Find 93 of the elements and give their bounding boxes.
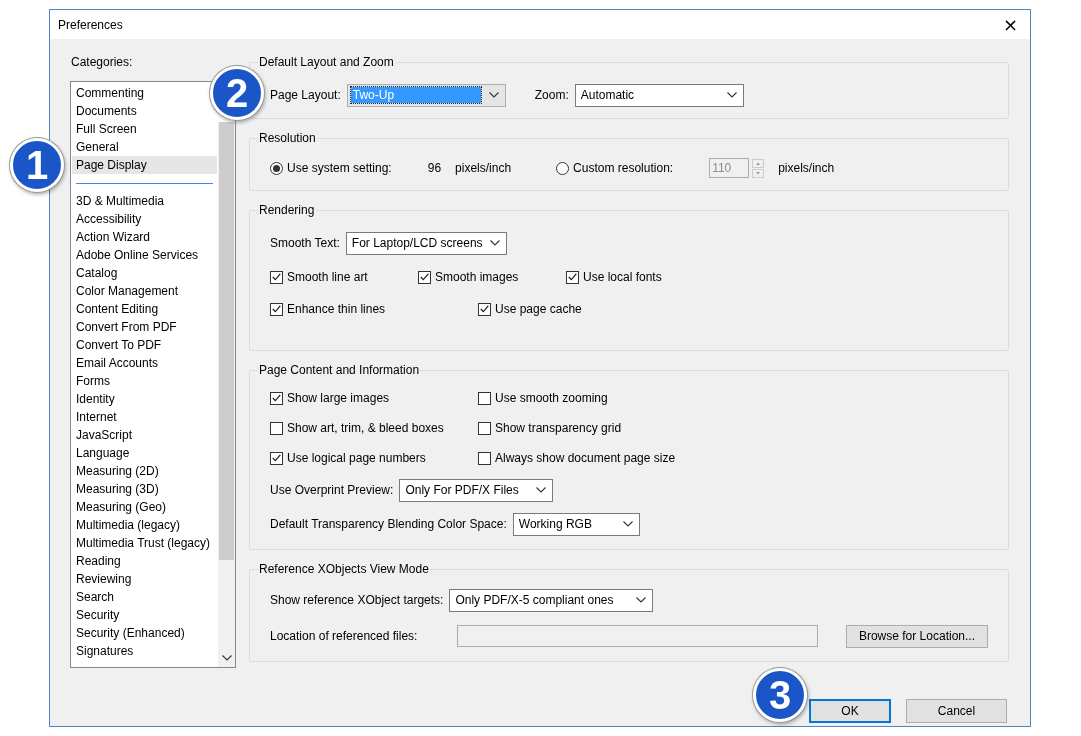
category-item[interactable]: Page Display <box>72 156 217 174</box>
field-label: Smooth Text: <box>270 236 340 250</box>
category-item[interactable]: Reading <box>72 552 125 570</box>
chevron-down-icon <box>536 487 547 493</box>
radio-button[interactable] <box>556 161 570 175</box>
field-label: Page Layout: <box>270 88 341 102</box>
checkbox-label[interactable]: Enhance thin lines <box>287 302 386 316</box>
ok-button[interactable]: OK <box>809 699 891 723</box>
group-title: Default Layout and Zoom <box>258 55 395 69</box>
chevron-down-icon <box>636 597 647 603</box>
category-item[interactable]: 3D & Multimedia <box>72 192 169 210</box>
checkbox[interactable] <box>566 270 579 284</box>
browse-button[interactable]: Browse for Location... <box>845 624 988 648</box>
checkbox[interactable] <box>478 421 491 435</box>
field-label: Zoom: <box>534 88 569 102</box>
checkbox[interactable] <box>270 451 283 465</box>
chevron-down-icon <box>489 240 500 246</box>
category-item[interactable]: Security <box>72 606 124 624</box>
checkbox-label[interactable]: Show large images <box>287 391 390 405</box>
value-text: 96 <box>427 161 442 175</box>
category-item[interactable]: Adobe Online Services <box>72 246 203 264</box>
checkbox[interactable] <box>270 391 283 405</box>
checkbox-label[interactable]: Smooth images <box>435 270 519 284</box>
category-item[interactable]: Documents <box>72 102 141 120</box>
chevron-down-icon <box>622 521 633 527</box>
category-item[interactable]: Security (Enhanced) <box>72 624 189 642</box>
field-label: Default Transparency Blending Color Space: <box>270 517 507 531</box>
category-item[interactable]: Convert From PDF <box>72 318 181 336</box>
radio-label[interactable]: Use system setting: <box>287 161 392 175</box>
group-title: Resolution <box>258 131 317 145</box>
category-item[interactable]: Measuring (3D) <box>72 480 163 498</box>
field-label: Location of referenced files: <box>270 629 418 643</box>
category-item[interactable]: Multimedia Trust (legacy) <box>72 534 215 552</box>
category-item[interactable]: Catalog <box>72 264 122 282</box>
checkbox-label[interactable]: Use local fonts <box>583 270 662 284</box>
checkbox-label[interactable]: Show art, trim, & bleed boxes <box>287 421 444 435</box>
category-item[interactable]: Forms <box>72 372 114 390</box>
checkbox[interactable] <box>270 302 283 316</box>
checkbox-label[interactable]: Use smooth zooming <box>495 391 608 405</box>
scrollbar[interactable] <box>218 122 235 667</box>
step-number-badge: 1 <box>10 138 64 192</box>
dropdown[interactable]: Only PDF/X-5 compliant ones <box>449 588 654 612</box>
field-label: Show reference XObject targets: <box>270 593 444 607</box>
category-item[interactable]: Signatures <box>72 642 138 660</box>
radio-button[interactable] <box>270 161 283 175</box>
chevron-down-icon <box>488 92 499 98</box>
field-label: Use Overprint Preview: <box>270 483 394 497</box>
group-title: Reference XObjects View Mode <box>258 562 430 576</box>
category-item[interactable]: Color Management <box>72 282 183 300</box>
checkbox[interactable] <box>270 421 283 435</box>
category-item[interactable]: Search <box>72 588 119 606</box>
category-item[interactable]: Commenting <box>72 84 149 102</box>
value-text: pixels/inch <box>455 161 512 175</box>
chevron-down-icon <box>221 655 232 661</box>
category-item[interactable]: Reviewing <box>72 570 136 588</box>
radio-label[interactable]: Custom resolution: <box>573 161 674 175</box>
dropdown[interactable]: For Laptop/LCD screens <box>345 231 507 255</box>
checkbox[interactable] <box>478 451 491 465</box>
checkbox[interactable] <box>478 391 491 405</box>
dropdown[interactable]: Working RGB <box>512 512 640 536</box>
checkbox-label[interactable]: Smooth line art <box>287 270 368 284</box>
checkbox[interactable] <box>418 270 431 284</box>
group-title: Rendering <box>258 203 316 217</box>
checkbox-label[interactable]: Show transparency grid <box>495 421 622 435</box>
category-item[interactable]: Identity <box>72 390 119 408</box>
list-label: Categories: <box>71 55 133 69</box>
category-item[interactable]: JavaScript <box>72 426 137 444</box>
category-item[interactable]: Internet <box>72 408 121 426</box>
checkbox-label[interactable]: Use page cache <box>495 302 582 316</box>
checkbox-label[interactable]: Always show document page size <box>495 451 676 465</box>
category-item[interactable]: Convert To PDF <box>72 336 166 354</box>
category-item[interactable]: Action Wizard <box>72 228 155 246</box>
dropdown[interactable]: Automatic <box>574 83 744 107</box>
category-item[interactable]: General <box>72 138 123 156</box>
chevron-down-icon <box>726 92 737 98</box>
checkbox[interactable] <box>478 302 491 316</box>
checkbox[interactable] <box>270 270 283 284</box>
category-item[interactable]: Full Screen <box>72 120 141 138</box>
category-item[interactable]: Language <box>72 444 134 462</box>
group-title: Page Content and Information <box>258 363 421 377</box>
close-button[interactable]: × <box>998 14 1022 35</box>
path-field[interactable] <box>457 625 818 647</box>
cancel-button[interactable]: Cancel <box>906 699 1007 723</box>
checkbox-label[interactable]: Use logical page numbers <box>287 451 426 465</box>
category-item[interactable]: Email Accounts <box>72 354 163 372</box>
category-item[interactable]: Measuring (2D) <box>72 462 163 480</box>
window-title: Preferences <box>58 17 123 32</box>
category-item[interactable]: Content Editing <box>72 300 163 318</box>
dropdown[interactable]: Only For PDF/X Files <box>399 478 554 502</box>
category-item[interactable]: Multimedia (legacy) <box>72 516 185 534</box>
category-item[interactable]: Accessibility <box>72 210 146 228</box>
value-text: pixels/inch <box>778 161 835 175</box>
category-item[interactable]: Measuring (Geo) <box>72 498 171 516</box>
